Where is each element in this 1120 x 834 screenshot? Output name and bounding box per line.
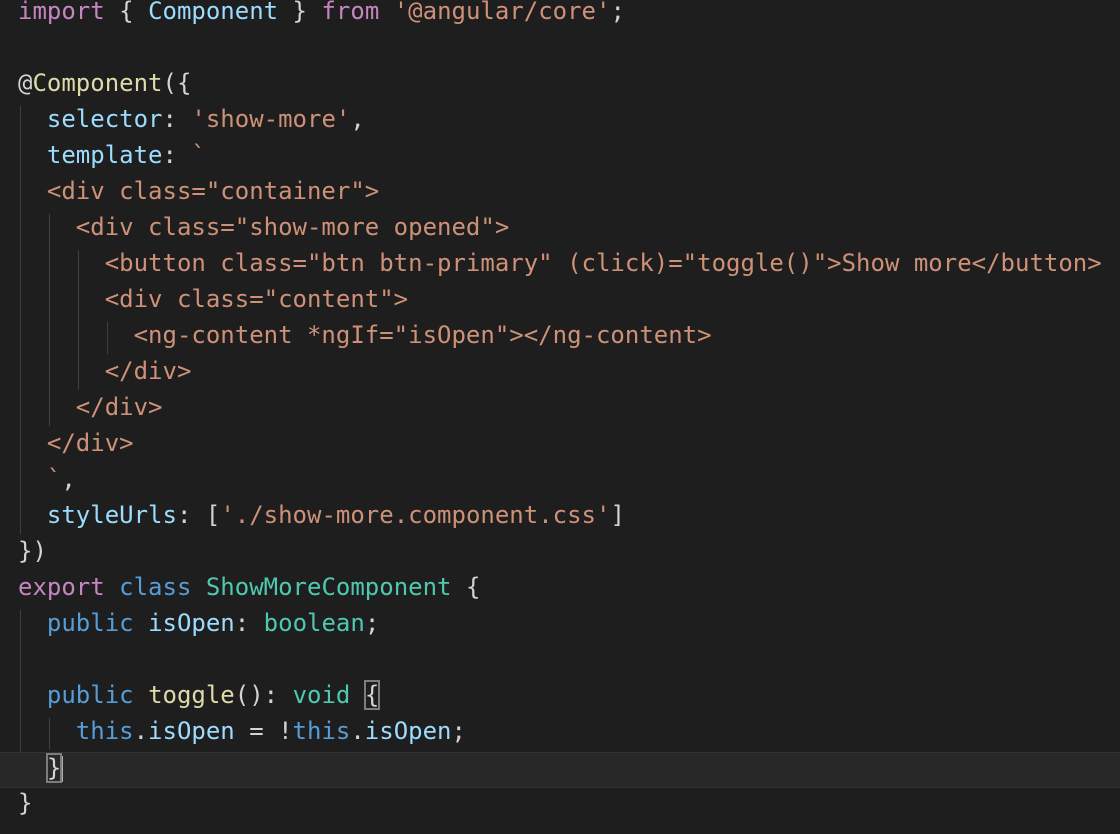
code-token: . xyxy=(350,717,365,745)
code-token: } xyxy=(18,789,33,817)
code-line[interactable]: <ng-content *ngIf="isOpen"></ng-content> xyxy=(0,320,1120,356)
code-token: ({ xyxy=(162,69,192,97)
code-line[interactable]: public isOpen: boolean; xyxy=(0,608,1120,644)
code-token: ` xyxy=(18,465,62,493)
code-token: this xyxy=(75,717,134,745)
code-token: this xyxy=(292,717,351,745)
code-token: <div class="show-more opened"> xyxy=(18,213,510,241)
code-token: } xyxy=(278,0,322,25)
code-token: '@angular/core' xyxy=(393,0,611,25)
code-line[interactable]: styleUrls: ['./show-more.component.css'] xyxy=(0,500,1120,536)
code-token: , xyxy=(61,465,76,493)
code-line[interactable]: <button class="btn btn-primary" (click)=… xyxy=(0,248,1120,284)
code-token: = ! xyxy=(234,717,293,745)
code-line[interactable]: }) xyxy=(0,536,1120,572)
code-token: isOpen xyxy=(148,717,235,745)
code-token: . xyxy=(133,717,149,745)
code-token: </div> xyxy=(18,393,163,421)
code-token: template xyxy=(46,141,163,169)
code-token: </div> xyxy=(18,357,192,385)
code-token: Component xyxy=(32,69,163,97)
code-token: : xyxy=(162,141,192,169)
code-token: { xyxy=(104,0,149,25)
code-line[interactable]: <div class="show-more opened"> xyxy=(0,212,1120,248)
code-token: toggle xyxy=(148,681,235,709)
code-line[interactable] xyxy=(0,32,1120,68)
code-token: void xyxy=(292,681,351,709)
code-line[interactable]: <div class="container"> xyxy=(0,176,1120,212)
code-line[interactable]: export class ShowMoreComponent { xyxy=(0,572,1120,608)
code-token: { xyxy=(363,680,381,710)
code-line[interactable]: </div> xyxy=(0,428,1120,464)
code-token: Component xyxy=(148,0,279,25)
code-token: import xyxy=(18,0,105,25)
code-line[interactable]: @Component({ xyxy=(0,68,1120,104)
code-token: selector xyxy=(46,105,163,133)
code-token: isOpen xyxy=(148,609,235,637)
code-token: } xyxy=(45,753,63,783)
code-line[interactable]: </div> xyxy=(0,392,1120,428)
code-token: ; xyxy=(364,609,380,637)
code-token: <div class="container"> xyxy=(18,177,380,205)
code-line[interactable] xyxy=(0,644,1120,680)
code-token: ] xyxy=(610,501,625,529)
code-token: ; xyxy=(610,0,625,25)
text-cursor xyxy=(61,756,64,782)
code-line[interactable]: } xyxy=(0,752,1120,788)
code-token: }) xyxy=(18,537,47,565)
code-token: public xyxy=(46,681,134,709)
code-line[interactable]: public toggle(): void { xyxy=(0,680,1120,716)
code-token: : [ xyxy=(176,501,221,529)
code-token: public xyxy=(46,609,134,637)
code-token: class xyxy=(119,573,192,601)
code-token: isOpen xyxy=(364,717,452,745)
code-token: from xyxy=(321,0,380,25)
code-line[interactable]: template: ` xyxy=(0,140,1120,176)
code-token: @ xyxy=(18,69,33,97)
code-line[interactable]: import { Component } from '@angular/core… xyxy=(0,0,1120,32)
code-token: styleUrls xyxy=(46,501,177,529)
code-token: './show-more.component.css' xyxy=(220,501,611,529)
code-token: : xyxy=(234,609,264,637)
code-token: ; xyxy=(451,717,466,745)
code-token: , xyxy=(350,105,365,133)
code-token: 'show-more' xyxy=(191,105,351,133)
code-line[interactable]: </div> xyxy=(0,356,1120,392)
code-token: <ng-content *ngIf="isOpen"></ng-content> xyxy=(18,321,712,349)
code-token: { xyxy=(451,573,481,601)
code-token: (): xyxy=(234,681,293,709)
code-token: <button class="btn btn-primary" (click)=… xyxy=(18,249,1102,277)
code-token: export xyxy=(18,573,105,601)
code-token: </div> xyxy=(18,429,134,457)
code-line[interactable]: `, xyxy=(0,464,1120,500)
code-token: ShowMoreComponent xyxy=(205,573,452,601)
code-line[interactable]: selector: 'show-more', xyxy=(0,104,1120,140)
code-token: boolean xyxy=(263,609,365,637)
code-token: ` xyxy=(191,141,206,169)
code-line[interactable]: } xyxy=(0,788,1120,824)
code-token: <div class="content"> xyxy=(18,285,409,313)
code-line[interactable]: this.isOpen = !this.isOpen; xyxy=(0,716,1120,752)
code-editor[interactable]: import { Component } from '@angular/core… xyxy=(0,0,1120,834)
code-token: : xyxy=(162,105,192,133)
code-line[interactable]: <div class="content"> xyxy=(0,284,1120,320)
